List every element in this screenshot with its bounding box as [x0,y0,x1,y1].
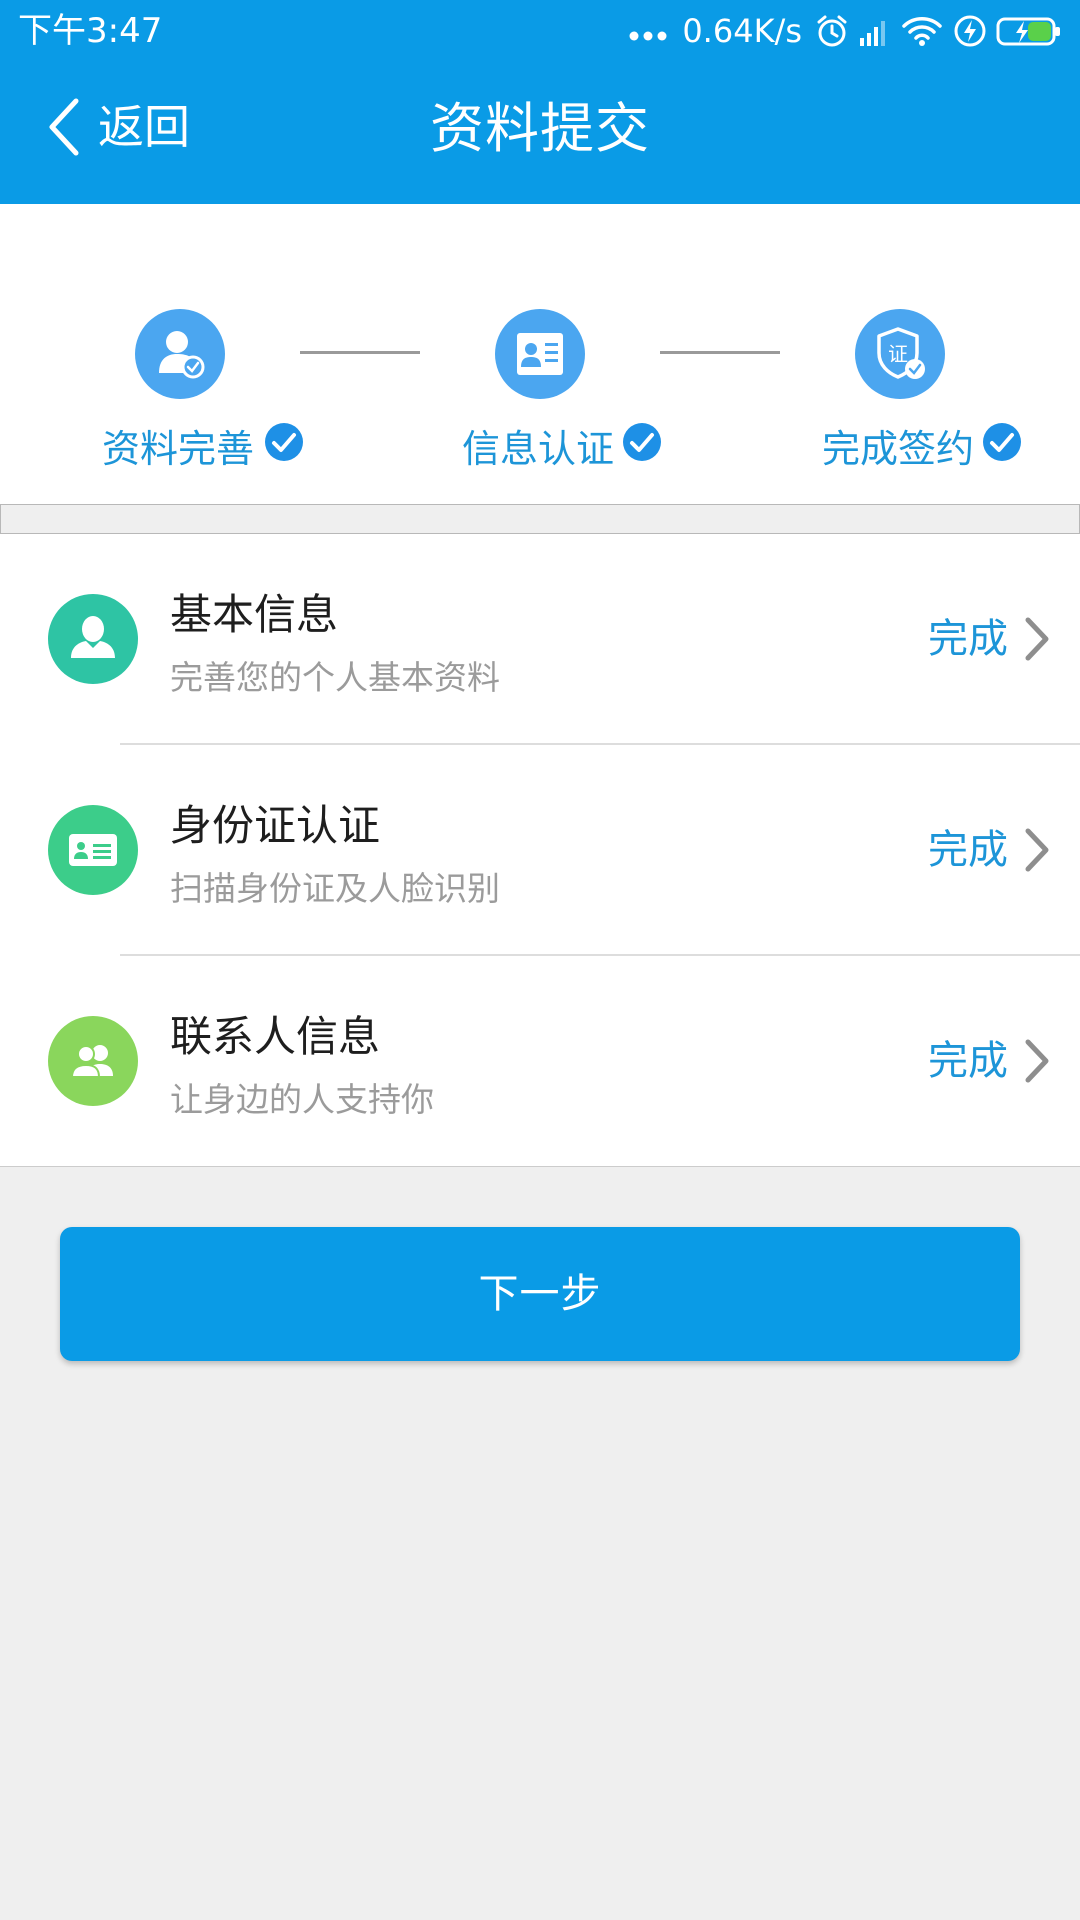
id-card-icon [48,805,138,895]
check-circle-icon [265,423,303,461]
charging-bolt-icon [954,15,986,47]
chevron-right-icon [1025,1039,1049,1083]
item-subtitle: 扫描身份证及人脸识别 [170,869,500,908]
status-icons: 0.64K/s [628,6,1062,56]
chevron-right-icon [1025,617,1049,661]
id-card-icon [495,309,585,399]
next-step-button[interactable]: 下一步 [60,1227,1020,1361]
list-item-contact-info[interactable]: 联系人信息 让身边的人支持你 完成 [0,956,1080,1166]
user-check-icon [135,309,225,399]
status-time: 下午3:47 [18,11,163,51]
status-label: 完成 [928,827,1008,873]
person-icon [48,594,138,684]
step-label: 资料完善 [102,427,255,471]
signal-icon [860,21,885,46]
list-item-id-verification[interactable]: 身份证认证 扫描身份证及人脸识别 完成 [0,745,1080,955]
network-speed: 0.64K/s [682,12,802,50]
step-label: 信息认证 [462,427,615,471]
item-subtitle: 完善您的个人基本资料 [170,658,500,697]
item-subtitle: 让身边的人支持你 [170,1080,434,1119]
alarm-icon [817,15,847,47]
item-title: 联系人信息 [170,1012,381,1061]
item-title: 身份证认证 [170,801,381,850]
info-list: 基本信息 完善您的个人基本资料 完成 身份证认证 扫描身份证及人脸识别 完成 联… [0,534,1080,1167]
item-title: 基本信息 [170,590,339,639]
certificate-shield-icon: 证 [855,309,945,399]
more-dots-icon [629,31,667,41]
status-bar: 下午3:47 0.64K/s [0,0,1080,62]
step-info-verification: 信息认证 [360,204,661,504]
check-circle-icon [623,423,661,461]
status-label: 完成 [928,616,1008,662]
page-title: 资料提交 [430,97,650,160]
step-label: 完成签约 [822,427,975,471]
battery-icon [996,17,1060,46]
step-profile-completion: 资料完善 [0,204,303,504]
check-circle-icon [983,423,1021,461]
navigation-bar: 返回 资料提交 [0,62,1080,204]
section-divider [0,504,1080,534]
list-item-basic-info[interactable]: 基本信息 完善您的个人基本资料 完成 [0,534,1080,744]
step-contract-signing: 证 完成签约 [720,204,1021,504]
certificate-text: 证 [888,342,908,366]
chevron-right-icon [1025,828,1049,872]
status-label: 完成 [928,1038,1008,1084]
wifi-icon [902,17,942,46]
progress-steps: 资料完善 信息认证 证 完成签约 [0,204,1080,504]
contacts-icon [48,1016,138,1106]
